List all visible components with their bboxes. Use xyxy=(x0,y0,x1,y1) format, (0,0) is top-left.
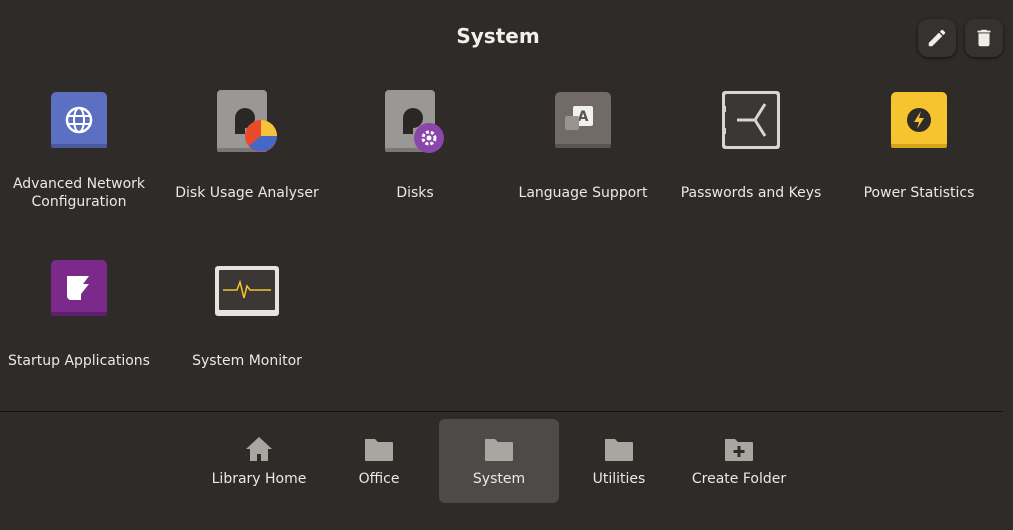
startup-applications-icon xyxy=(51,260,107,316)
nav-label: Library Home xyxy=(211,471,307,487)
system-monitor-icon xyxy=(215,266,279,316)
app-label: Advanced Network Configuration xyxy=(12,176,146,210)
page-title: System xyxy=(456,24,540,48)
trash-icon xyxy=(977,29,991,47)
edit-button[interactable] xyxy=(918,19,956,57)
network-globe-icon xyxy=(51,92,107,148)
app-label: Disk Usage Analyser xyxy=(175,185,319,201)
divider xyxy=(0,411,1003,412)
power-bolt-icon xyxy=(891,92,947,148)
svg-text:A: A xyxy=(578,109,589,125)
home-icon xyxy=(246,437,272,461)
disks-gear-icon xyxy=(385,90,444,153)
folder-icon xyxy=(605,439,633,461)
app-passwords-and-keys[interactable]: Passwords and Keys xyxy=(667,90,835,201)
nav-label: Utilities xyxy=(592,471,646,487)
app-label: Passwords and Keys xyxy=(680,185,822,201)
app-label: Disks xyxy=(396,185,434,201)
app-disks[interactable]: Disks xyxy=(331,90,499,201)
nav-label: Create Folder xyxy=(691,471,787,487)
app-label: Startup Applications xyxy=(8,353,150,369)
delete-button[interactable] xyxy=(965,19,1003,57)
folder-icon xyxy=(365,439,393,461)
app-label: System Monitor xyxy=(192,353,302,369)
folder-icon xyxy=(485,439,513,461)
nav-office[interactable]: Office xyxy=(319,419,439,503)
app-system-monitor[interactable]: System Monitor xyxy=(163,258,331,369)
passwords-keys-icon xyxy=(722,91,780,149)
app-label: Language Support xyxy=(518,185,648,201)
app-startup-applications[interactable]: Startup Applications xyxy=(0,258,163,369)
nav-system[interactable]: System xyxy=(439,419,559,503)
nav-label: Office xyxy=(358,471,400,487)
nav-create-folder[interactable]: Create Folder xyxy=(679,419,799,503)
app-disk-usage-analyser[interactable]: Disk Usage Analyser xyxy=(163,90,331,201)
app-power-statistics[interactable]: Power Statistics xyxy=(835,90,1003,201)
app-advanced-network-configuration[interactable]: Advanced Network Configuration xyxy=(0,90,163,210)
app-label: Power Statistics xyxy=(863,185,975,201)
folder-add-icon xyxy=(725,439,753,461)
nav-library-home[interactable]: Library Home xyxy=(199,419,319,503)
nav-utilities[interactable]: Utilities xyxy=(559,419,679,503)
nav-label: System xyxy=(472,471,526,487)
app-language-support[interactable]: A Language Support xyxy=(499,90,667,201)
disk-usage-pie-icon xyxy=(217,90,277,152)
language-icon: A xyxy=(555,92,611,148)
pencil-icon xyxy=(928,29,946,47)
